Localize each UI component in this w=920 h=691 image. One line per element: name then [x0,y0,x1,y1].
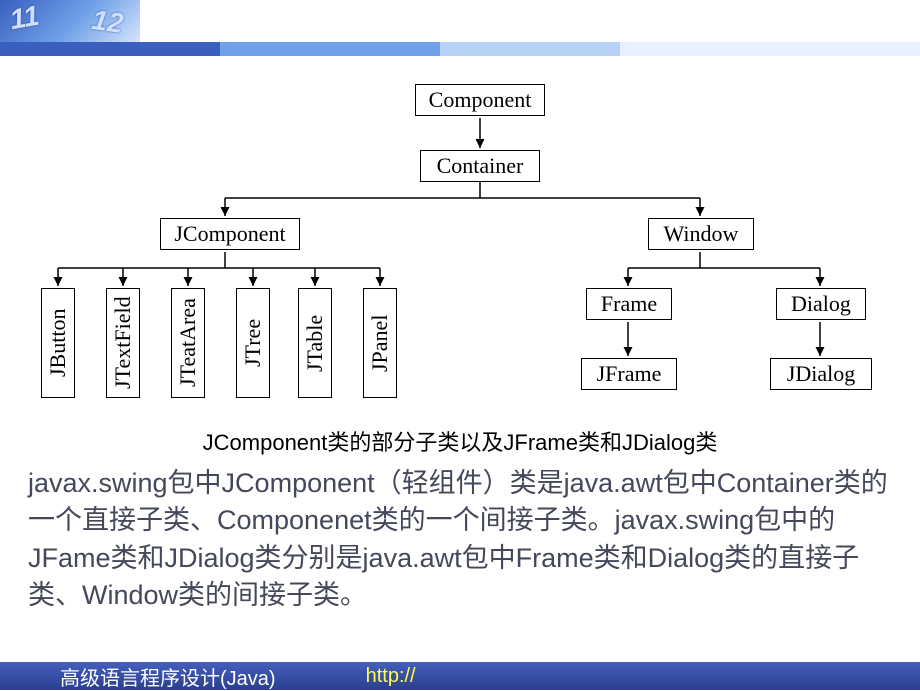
node-dialog: Dialog [776,288,866,320]
stripe [620,42,920,56]
node-jpanel: JPanel [363,288,397,398]
stripe [0,42,220,56]
node-component: Component [415,84,545,116]
node-jbutton: JButton [41,288,75,398]
node-jframe: JFrame [581,358,677,390]
node-jtextarea: JTeatArea [171,288,205,398]
node-jtree: JTree [236,288,270,398]
node-jdialog: JDialog [770,358,872,390]
class-diagram: Component Container JComponent Window JB… [0,70,920,420]
node-jcomponent: JComponent [160,218,300,250]
footer-link[interactable]: http:// [366,665,416,688]
header: 11 12 [0,0,920,56]
diagram-caption: JComponent类的部分子类以及JFrame类和JDialog类 [0,425,920,457]
node-frame: Frame [586,288,672,320]
stripe [440,42,620,56]
node-window: Window [648,218,754,250]
decor-number: 11 [7,0,41,36]
node-container: Container [420,150,540,182]
node-jtextfield: JTextField [106,288,140,398]
node-jtable: JTable [298,288,332,398]
course-title: 高级语言程序设计(Java) [60,662,276,691]
footer-bar: 高级语言程序设计(Java) http:// [0,662,920,690]
decor-number: 12 [90,4,125,40]
stripe [220,42,440,56]
description-paragraph: javax.swing包中JComponent（轻组件）类是java.awt包中… [28,465,892,614]
